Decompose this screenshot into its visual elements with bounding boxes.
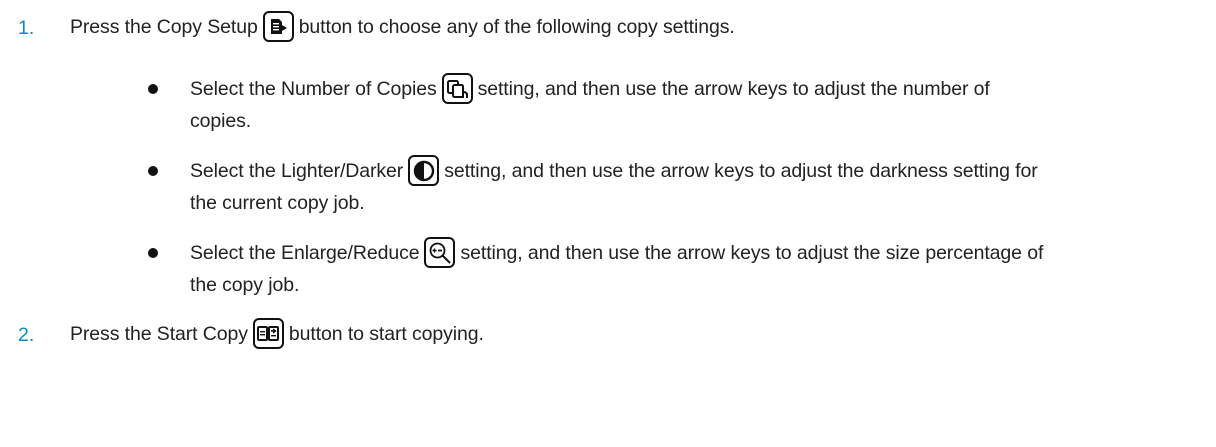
step-2-text-after: button to start copying. [288, 322, 484, 345]
start-copy-icon [252, 318, 284, 349]
step-2-text-before: Press the Start Copy [70, 322, 248, 345]
step-1-text-after: button to choose any of the following co… [298, 15, 735, 38]
bullet-1-continuation-text: copies. [190, 110, 252, 132]
bullet-3-line: Select the Enlarge/Reduce setting, and t… [190, 237, 1043, 268]
bullet-1-text-before: Select the Number of Copies [190, 77, 437, 100]
lighter-darker-icon [408, 155, 440, 186]
bullet-dot [148, 84, 158, 94]
step-1-text-before: Press the Copy Setup [70, 15, 258, 38]
bullet-2-continuation: the current copy job. [190, 191, 365, 215]
copy-setup-icon [262, 11, 294, 42]
bullet-1-text-after: setting, and then use the arrow keys to … [477, 77, 990, 100]
bullet-1-line: Select the Number of Copies setting, and… [190, 73, 990, 104]
step-1-line: Press the Copy Setup button to choose an… [70, 11, 735, 42]
bullet-dot [148, 166, 158, 176]
instruction-document: 1. Press the Copy Setup button to choose… [0, 0, 1216, 447]
bullet-3-continuation: the copy job. [190, 273, 299, 297]
step-number-2: 2. [18, 324, 35, 346]
step-number-1: 1. [18, 17, 35, 39]
number-of-copies-icon [441, 73, 473, 104]
bullet-2-line: Select the Lighter/Darker setting, and t… [190, 155, 1038, 186]
bullet-3-continuation-text: the copy job. [190, 274, 300, 296]
bullet-dot [148, 248, 158, 258]
bullet-3-text-before: Select the Enlarge/Reduce [190, 241, 420, 264]
bullet-1-continuation: copies. [190, 109, 251, 133]
bullet-2-text-after: setting, and then use the arrow keys to … [444, 159, 1038, 182]
enlarge-reduce-icon [424, 237, 456, 268]
bullet-3-text-after: setting, and then use the arrow keys to … [460, 241, 1044, 264]
step-2-line: Press the Start Copy button to start cop… [70, 318, 484, 349]
bullet-2-text-before: Select the Lighter/Darker [190, 159, 404, 182]
bullet-2-continuation-text: the current copy job. [190, 192, 365, 214]
